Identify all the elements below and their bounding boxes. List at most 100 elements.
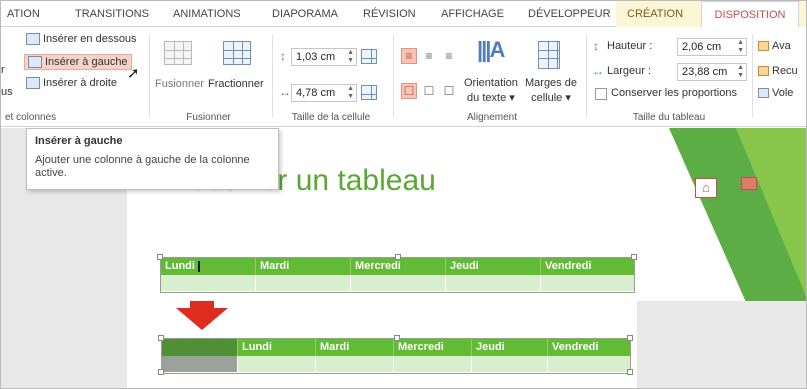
- split-cells-icon: [223, 41, 251, 65]
- ribbon: r us Insérer en dessous Insérer à gauche…: [1, 27, 806, 127]
- align-left-icon[interactable]: ≡: [401, 48, 417, 64]
- slide-table-result[interactable]: Lundi Mardi Mercredi Jeudi Vendredi: [158, 335, 633, 375]
- new-column-header-cell[interactable]: [162, 339, 238, 356]
- insert-below-button[interactable]: Insérer en dessous: [26, 33, 137, 45]
- table-cell[interactable]: [541, 275, 634, 291]
- table-width-input[interactable]: 23,88 cm ▲ ▼: [677, 63, 747, 81]
- table-header-cell[interactable]: Vendredi: [548, 339, 630, 356]
- align-center-icon[interactable]: ≡: [421, 48, 437, 64]
- tooltip-description-line: Ajouter une colonne à gauche de la colon…: [35, 154, 250, 166]
- table-cell[interactable]: [238, 356, 316, 372]
- table-header-cell[interactable]: Mardi: [256, 258, 351, 275]
- table-header-row: Lundi Mardi Mercredi Jeudi Vendredi: [162, 339, 630, 356]
- tooltip-title: Insérer à gauche: [35, 135, 123, 147]
- align-top-icon[interactable]: ☐: [401, 83, 417, 99]
- split-cells-button[interactable]: Fractionner: [208, 78, 264, 90]
- table-cell[interactable]: [351, 275, 446, 291]
- new-column-cell[interactable]: [162, 356, 238, 372]
- resize-handle[interactable]: [631, 254, 637, 260]
- spin-arrows-icon[interactable]: ▲ ▼: [737, 64, 744, 80]
- tab-transitions[interactable]: TRANSITIONS: [75, 1, 149, 27]
- send-backward-button[interactable]: Recu: [758, 65, 798, 77]
- table-cell[interactable]: [548, 356, 630, 372]
- table-header-cell[interactable]: Vendredi: [541, 258, 634, 275]
- send-backward-icon: [758, 66, 769, 76]
- resize-handle[interactable]: [627, 369, 633, 375]
- group-label-rows-columns: et colonnes: [5, 112, 57, 123]
- resize-handle[interactable]: [395, 254, 401, 260]
- tab-table-disposition[interactable]: DISPOSITION: [701, 1, 799, 28]
- tooltip-insert-left: Insérer à gauche Ajouter une colonne à g…: [26, 128, 279, 190]
- align-bottom-icon[interactable]: ☐: [441, 83, 457, 99]
- table-header-cell[interactable]: Jeudi: [446, 258, 541, 275]
- tab-diaporama[interactable]: DIAPORAMA: [272, 1, 338, 27]
- cell-margins-icon: [538, 41, 560, 69]
- table-height-label: Hauteur :: [607, 40, 653, 52]
- tab-developpeur[interactable]: DÉVELOPPEUR: [528, 1, 611, 27]
- resize-handle[interactable]: [158, 369, 164, 375]
- merge-cells-icon: [164, 41, 192, 65]
- table-height-value: 2,06 cm: [682, 41, 722, 53]
- spin-arrows-icon[interactable]: ▲ ▼: [347, 49, 354, 65]
- lock-aspect-checkbox[interactable]: [595, 88, 607, 100]
- home-icon[interactable]: ⌂: [695, 178, 717, 198]
- insert-below-label: Insérer en dessous: [43, 33, 137, 45]
- resize-handle[interactable]: [158, 335, 164, 341]
- tab-creation-truncated[interactable]: ATION: [7, 1, 40, 27]
- tab-revision[interactable]: RÉVISION: [363, 1, 416, 27]
- insert-column-left-icon: [28, 56, 42, 68]
- table-header-cell[interactable]: Mercredi: [351, 258, 446, 275]
- table-header-cell[interactable]: Lundi: [238, 339, 316, 356]
- down-arrow-icon: [176, 308, 228, 330]
- tab-affichage[interactable]: AFFICHAGE: [441, 1, 504, 27]
- table-cell[interactable]: [446, 275, 541, 291]
- table-cell[interactable]: [394, 356, 472, 372]
- spin-arrows-icon[interactable]: ▲ ▼: [737, 39, 744, 55]
- table-cell[interactable]: [316, 356, 394, 372]
- selection-pane-button[interactable]: Vole: [758, 87, 793, 99]
- table-header-cell[interactable]: Jeudi: [472, 339, 548, 356]
- app-window: ATION TRANSITIONS ANIMATIONS DIAPORAMA R…: [0, 0, 807, 389]
- bring-forward-button[interactable]: Ava: [758, 40, 791, 52]
- table-header-cell[interactable]: Mardi: [316, 339, 394, 356]
- text-direction-button[interactable]: Orientation du texte ▾: [464, 77, 518, 104]
- text-direction-label: Orientation: [464, 77, 518, 89]
- table-width-icon: ↔: [592, 64, 604, 78]
- group-label-table-size: Taille du tableau: [632, 112, 706, 123]
- table-cell[interactable]: [256, 275, 351, 291]
- resize-handle[interactable]: [157, 254, 163, 260]
- text-direction-icon: |||A: [477, 37, 505, 62]
- merge-cells-button[interactable]: Fusionner: [155, 78, 204, 90]
- row-height-icon: ↕: [280, 49, 286, 63]
- insert-left-label: Insérer à gauche: [45, 56, 128, 68]
- insert-row-below-icon: [26, 33, 40, 45]
- table-header-cell[interactable]: Lundi: [161, 258, 256, 275]
- table-cell[interactable]: [472, 356, 548, 372]
- cell-margins-button[interactable]: Marges de cellule ▾: [525, 77, 577, 104]
- align-middle-icon[interactable]: ☐: [421, 83, 437, 99]
- table-header-row: Lundi Mardi Mercredi Jeudi Vendredi: [161, 258, 634, 275]
- distribute-rows-icon[interactable]: [361, 49, 377, 64]
- cell-width-input[interactable]: 4,78 cm ▲ ▼: [291, 84, 357, 102]
- tab-animations[interactable]: ANIMATIONS: [173, 1, 241, 27]
- spin-arrows-icon[interactable]: ▲ ▼: [347, 85, 354, 101]
- table-height-input[interactable]: 2,06 cm ▲ ▼: [677, 38, 747, 56]
- table-cell[interactable]: [161, 275, 256, 291]
- group-separator: [752, 35, 753, 117]
- align-right-icon[interactable]: ≡: [441, 48, 457, 64]
- slide-table-original[interactable]: Lundi Mardi Mercredi Jeudi Vendredi: [157, 254, 637, 293]
- tooltip-description-line: active.: [35, 167, 67, 179]
- cell-height-input[interactable]: 1,03 cm ▲ ▼: [291, 48, 357, 66]
- table-header-cell[interactable]: Mercredi: [394, 339, 472, 356]
- resize-handle[interactable]: [394, 335, 400, 341]
- group-separator: [149, 35, 150, 117]
- insert-right-button[interactable]: Insérer à droite: [26, 77, 117, 89]
- distribute-columns-icon[interactable]: [361, 85, 377, 100]
- column-width-icon: ↔: [279, 85, 291, 99]
- mouse-pointer-icon: ➚: [127, 65, 140, 82]
- partial-button-text: us: [1, 86, 13, 98]
- presentation-icon[interactable]: [741, 177, 757, 190]
- resize-handle[interactable]: [627, 335, 633, 341]
- insert-left-button[interactable]: Insérer à gauche ➚: [24, 54, 140, 82]
- tab-table-creation[interactable]: CRÉATION: [621, 1, 689, 27]
